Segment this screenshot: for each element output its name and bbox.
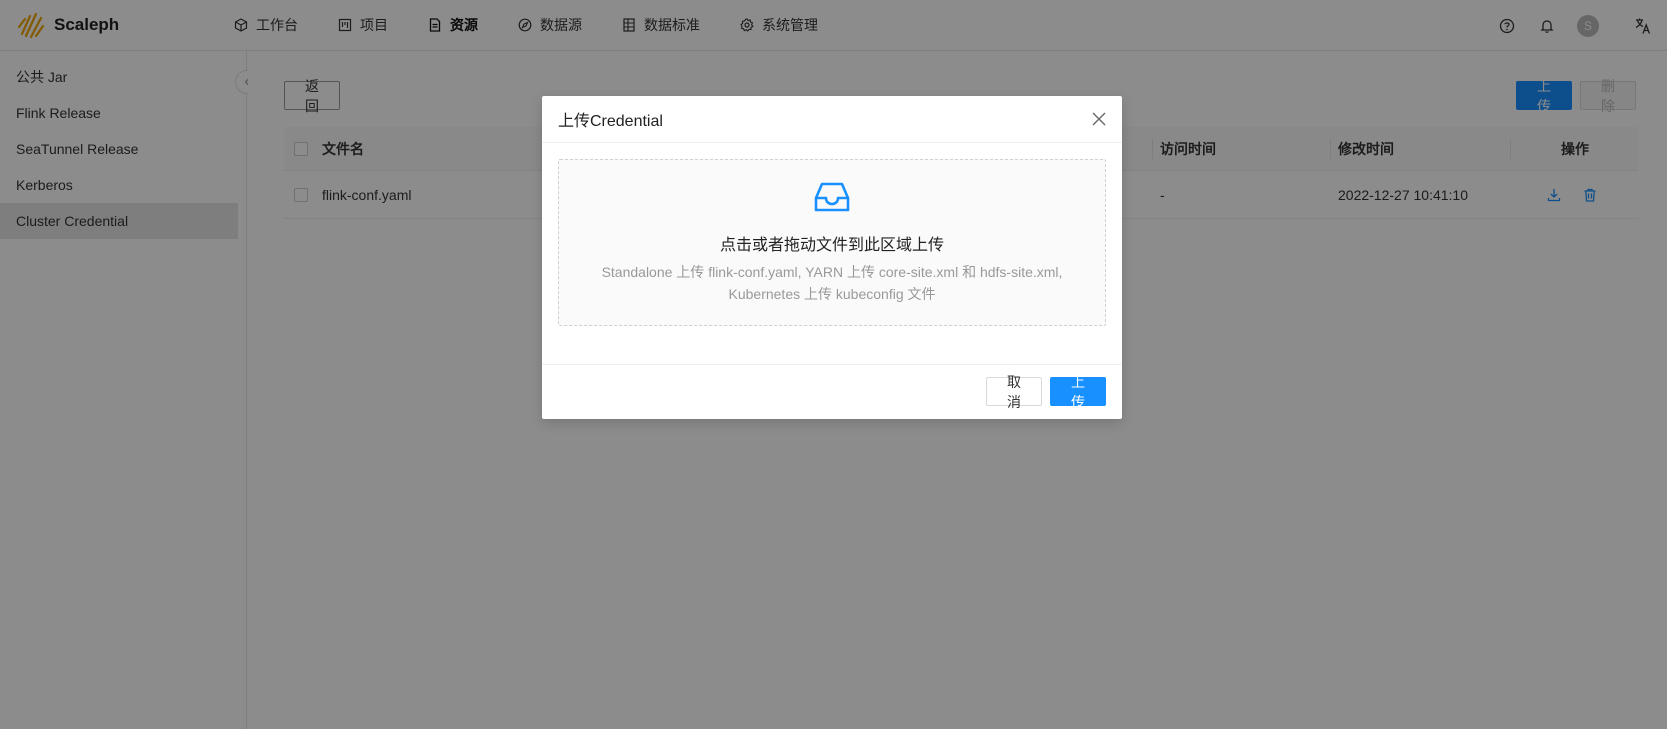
confirm-upload-button[interactable]: 上 传	[1050, 374, 1106, 410]
upload-credential-modal: 上传Credential 点击或者拖动文件到此区域上传 Standalone 上…	[542, 96, 1122, 419]
modal-title: 上传Credential	[558, 113, 663, 130]
dropzone-title: 点击或者拖动文件到此区域上传	[719, 237, 944, 254]
dropzone-hint: Standalone 上传 flink-conf.yaml, YARN 上传 c…	[601, 264, 1063, 302]
modal-footer: 取 消 上 传	[542, 364, 1122, 419]
modal-header: 上传Credential	[542, 96, 1122, 143]
inbox-icon	[814, 182, 850, 212]
close-icon[interactable]	[1090, 110, 1108, 128]
upload-dropzone[interactable]: 点击或者拖动文件到此区域上传 Standalone 上传 flink-conf.…	[558, 159, 1106, 326]
cancel-button[interactable]: 取 消	[986, 374, 1042, 410]
